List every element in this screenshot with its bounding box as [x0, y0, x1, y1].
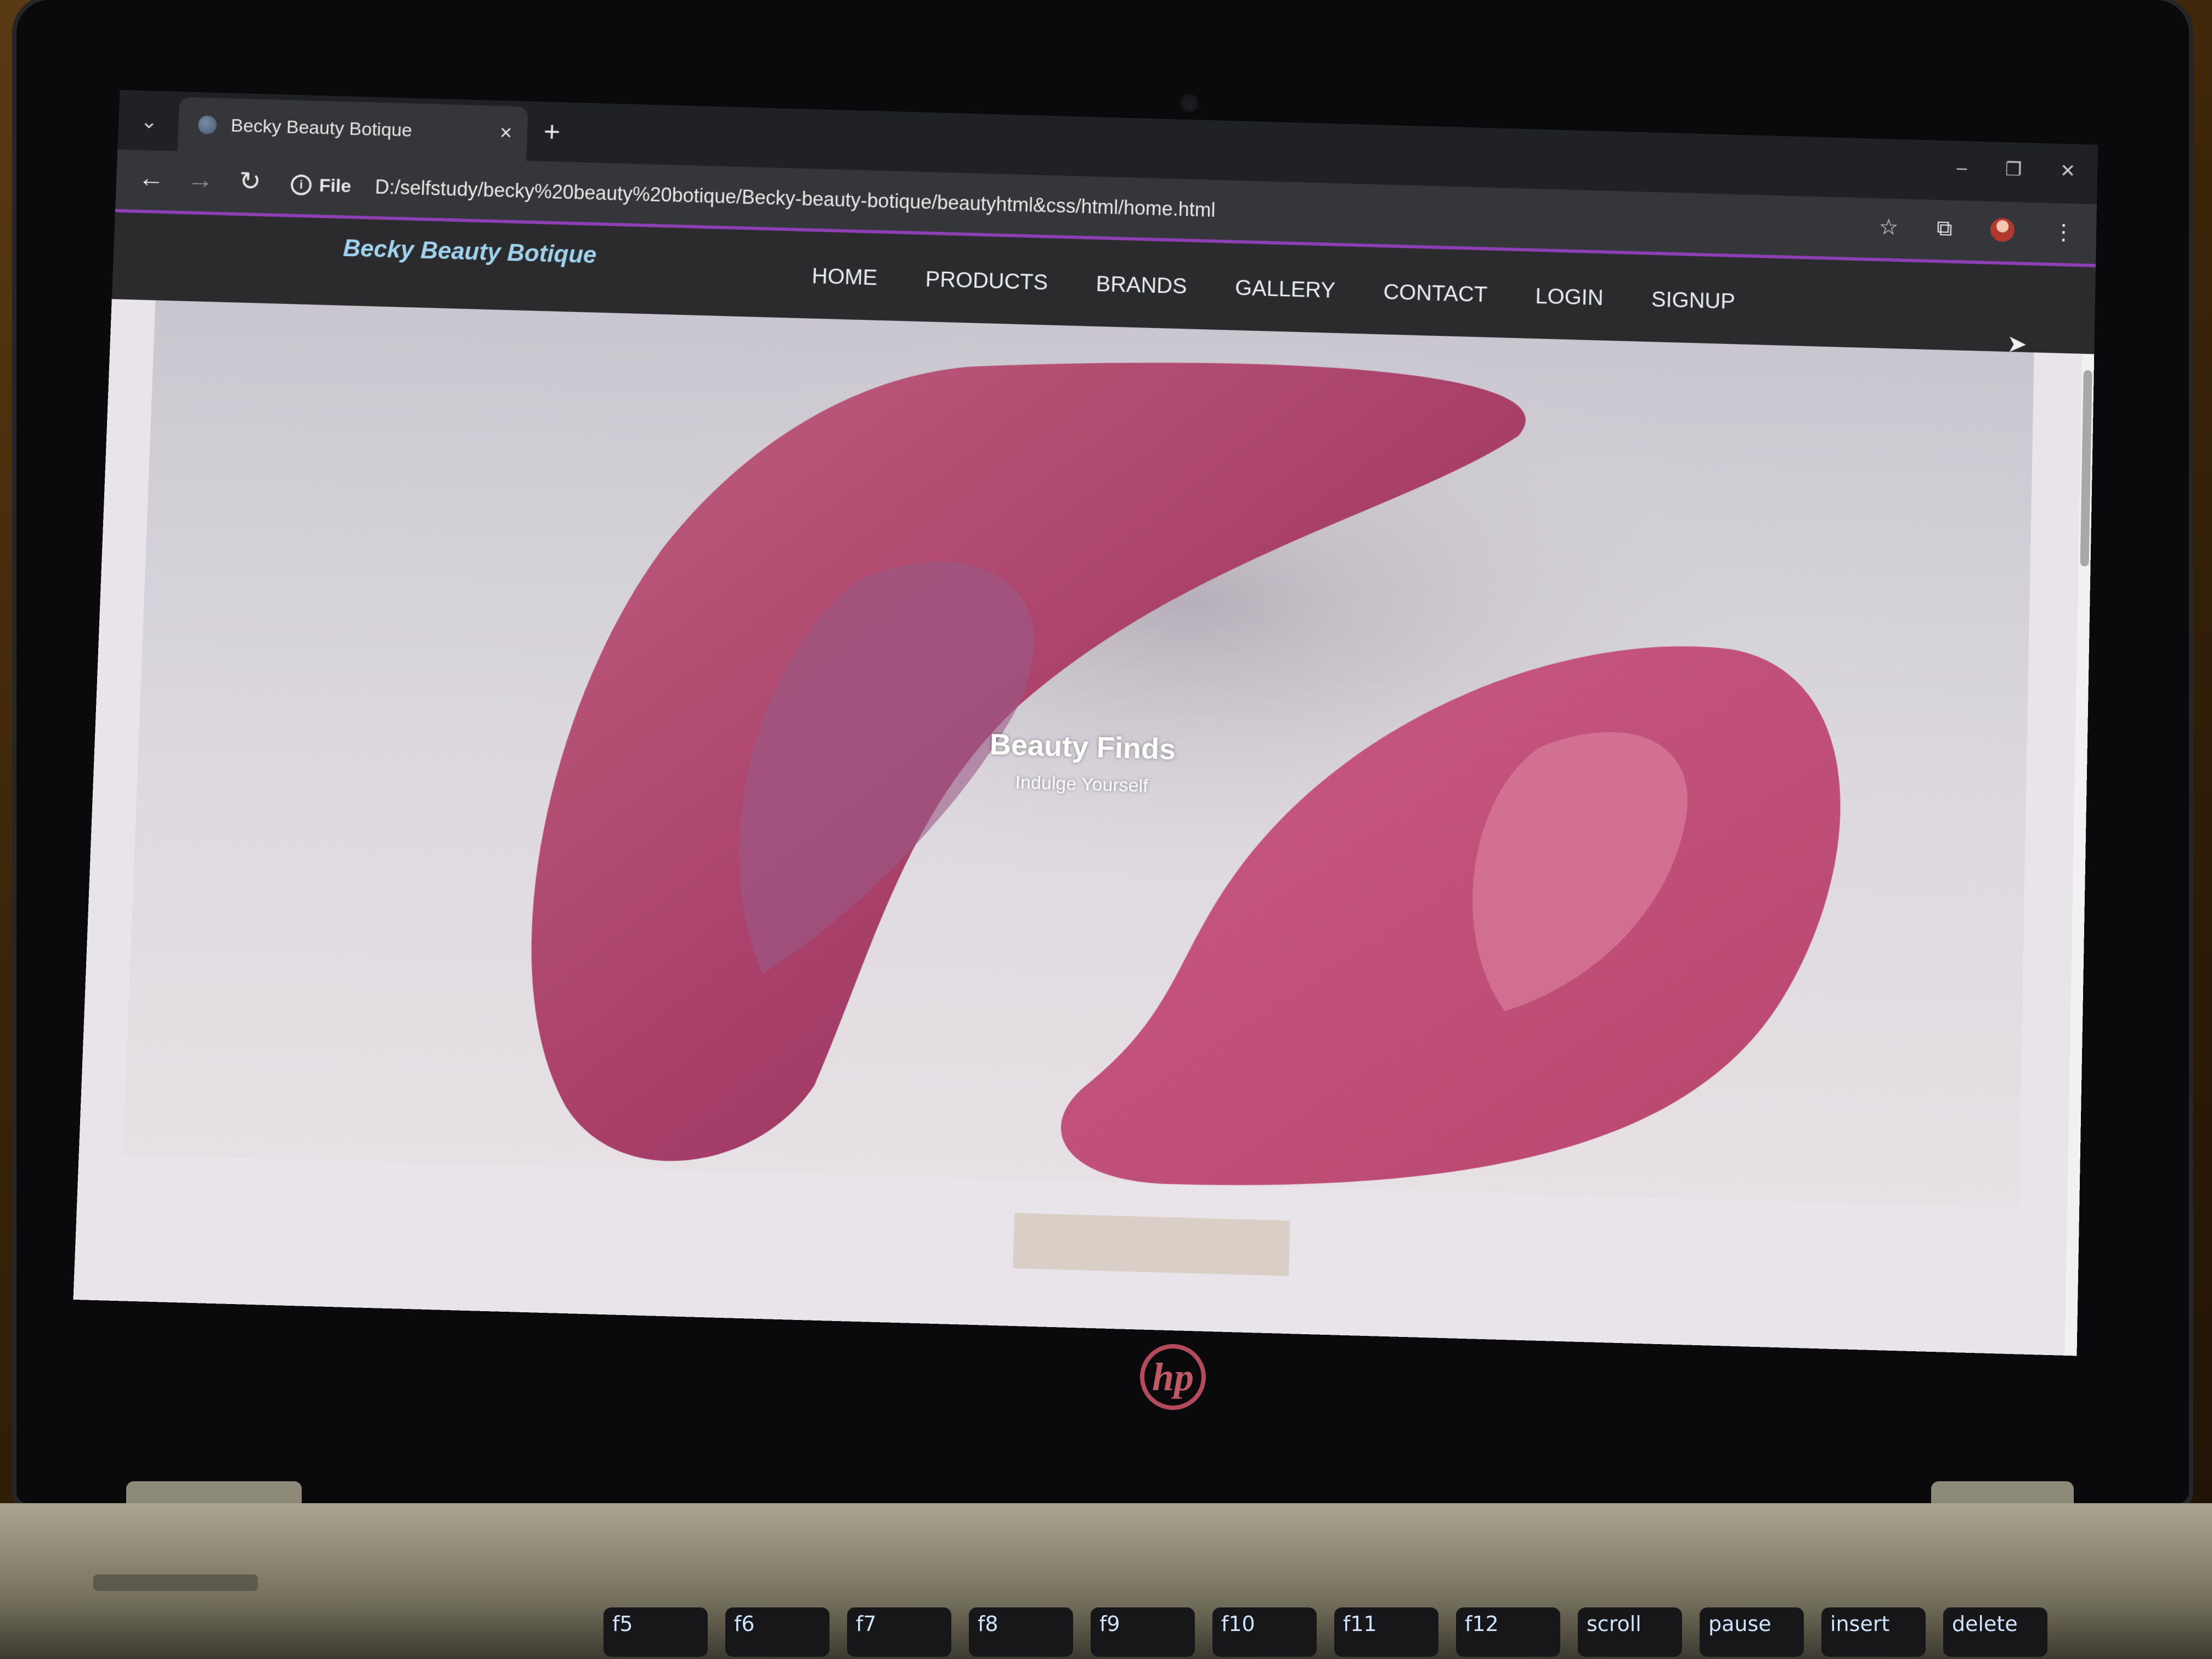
new-tab-button[interactable]: + — [543, 118, 561, 146]
web-page: Becky Beauty Botique HOME PRODUCTS BRAND… — [73, 212, 2096, 1356]
power-indicator — [93, 1575, 258, 1591]
key-f5[interactable]: f5 — [603, 1607, 708, 1657]
key-f7[interactable]: f7 — [847, 1607, 951, 1657]
key-f8[interactable]: f8 — [969, 1607, 1073, 1657]
key-f10[interactable]: f10 — [1212, 1607, 1317, 1657]
next-section-image-peek — [1013, 1213, 1290, 1276]
scrollbar-thumb[interactable] — [2080, 370, 2092, 567]
nav-login[interactable]: LOGIN — [1535, 284, 1604, 311]
key-f9[interactable]: f9 — [1091, 1607, 1195, 1657]
site-menu: HOME PRODUCTS BRANDS GALLERY CONTACT LOG… — [811, 264, 1735, 314]
forward-arrow-icon[interactable]: → — [187, 165, 214, 195]
nav-products[interactable]: PRODUCTS — [925, 267, 1048, 295]
hero-banner: Beauty Finds Indulge Yourself — [123, 300, 2034, 1207]
scheme-label: File — [319, 175, 352, 197]
url-text[interactable]: D:/selfstudy/becky%20beauty%20botique/Be… — [375, 176, 1216, 222]
key-insert[interactable]: insert — [1821, 1607, 1926, 1657]
function-key-row: f5 f6 f7 f8 f9 f10 f11 f12 scroll pause … — [603, 1607, 2212, 1659]
nav-home[interactable]: HOME — [811, 264, 878, 291]
tab-search-icon[interactable]: ⌄ — [140, 109, 158, 134]
nav-contact[interactable]: CONTACT — [1383, 280, 1488, 307]
nav-brands[interactable]: BRANDS — [1096, 272, 1187, 299]
nav-gallery[interactable]: GALLERY — [1235, 276, 1336, 303]
key-f6[interactable]: f6 — [725, 1607, 830, 1657]
info-icon[interactable]: i — [290, 174, 312, 196]
reload-icon[interactable]: ↻ — [239, 166, 262, 196]
window-controls: – ❐ ✕ — [1956, 157, 2075, 182]
back-arrow-icon[interactable]: ← — [138, 163, 165, 194]
key-delete[interactable]: delete — [1943, 1607, 2047, 1657]
minimize-button[interactable]: – — [1956, 157, 1967, 179]
webcam — [1180, 93, 1199, 113]
tab-title: Becky Beauty Botique — [230, 115, 500, 144]
key-f11[interactable]: f11 — [1334, 1607, 1438, 1657]
more-menu-icon[interactable]: ⋮ — [2052, 219, 2075, 245]
close-icon[interactable]: × — [499, 121, 512, 145]
profile-avatar[interactable] — [1990, 218, 2015, 242]
tab-active[interactable]: Becky Beauty Botique × — [178, 97, 528, 161]
key-pause[interactable]: pause — [1700, 1607, 1804, 1657]
hp-logo: hp — [1140, 1344, 1206, 1410]
key-scroll[interactable]: scroll — [1578, 1607, 1682, 1657]
window-close-button[interactable]: ✕ — [2060, 160, 2076, 182]
laptop-screen: ⌄ Becky Beauty Botique × + – ❐ ✕ ← → ↻ i… — [73, 90, 2097, 1356]
bookmark-star-icon[interactable]: ☆ — [1878, 215, 1899, 240]
toolbar-actions: ☆ ⧉ ⋮ — [1878, 215, 2074, 245]
extensions-icon[interactable]: ⧉ — [1937, 216, 1953, 241]
key-f12[interactable]: f12 — [1456, 1607, 1560, 1657]
restore-button[interactable]: ❐ — [2005, 159, 2022, 180]
nav-signup[interactable]: SIGNUP — [1651, 287, 1736, 314]
globe-icon — [198, 115, 217, 134]
site-logo[interactable]: Becky Beauty Botique — [343, 235, 597, 269]
